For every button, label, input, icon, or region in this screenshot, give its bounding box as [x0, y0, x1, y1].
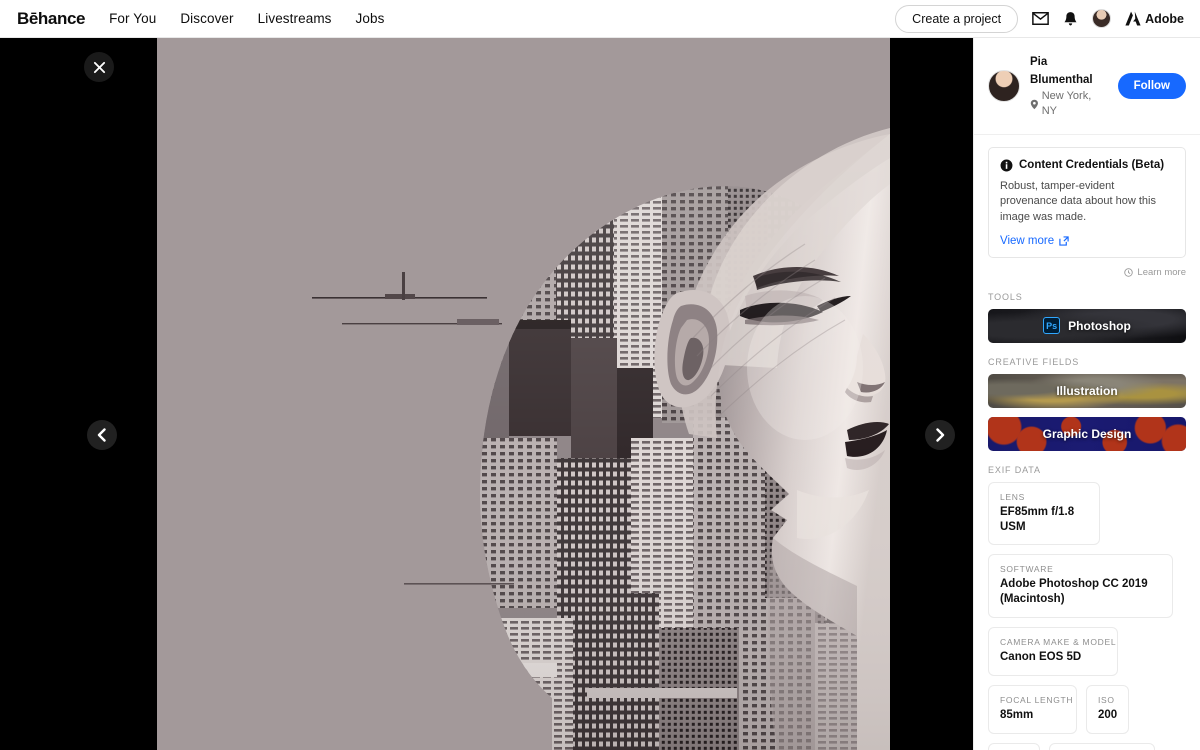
adobe-link[interactable]: Adobe: [1125, 11, 1184, 26]
artwork-viewport[interactable]: [157, 38, 890, 750]
envelope-icon: [1032, 12, 1049, 25]
exif-value: 200: [1098, 709, 1118, 722]
follow-button[interactable]: Follow: [1117, 72, 1186, 99]
content-credentials-body: Robust, tamper-evident provenance data a…: [1000, 179, 1156, 223]
exif-card-exposure-mode: EXPOSURE MODE Manual: [1049, 743, 1155, 750]
exif-key: ISO: [1098, 695, 1115, 706]
project-owner-row: Pia Blumenthal New York, NY Follow: [974, 38, 1200, 135]
content-credentials-title-row: Content Credentials (Beta): [1000, 159, 1174, 172]
exif-key: CAMERA MAKE & MODEL: [1000, 637, 1117, 648]
adobe-icon: [1125, 11, 1141, 26]
owner-info: Pia Blumenthal New York, NY: [1030, 52, 1108, 120]
chevron-right-icon: [936, 428, 945, 442]
main-nav-links: For You Discover Livestreams Jobs: [109, 11, 384, 26]
content-credentials-title: Content Credentials (Beta): [1019, 159, 1165, 172]
learn-more-row[interactable]: Learn more: [974, 267, 1186, 278]
nav-link-jobs[interactable]: Jobs: [356, 11, 385, 26]
creative-field-label: Graphic Design: [1042, 426, 1132, 441]
content-credentials-card: Content Credentials (Beta) Robust, tampe…: [988, 146, 1186, 258]
exif-value: EF85mm f/1.8 USM: [1000, 505, 1075, 533]
create-a-project-button[interactable]: Create a project: [895, 4, 1019, 33]
notifications-button[interactable]: [1063, 11, 1078, 27]
view-more-label: View more: [1000, 234, 1055, 247]
owner-location-label: New York, NY: [1041, 90, 1092, 118]
project-artwork-image: [157, 38, 890, 750]
exif-key: LENS: [1000, 491, 1026, 502]
close-icon: [93, 61, 105, 73]
exif-value: 85mm: [1000, 709, 1034, 722]
creative-field-tag-graphic-design[interactable]: Graphic Design: [988, 416, 1186, 451]
exif-value: Canon EOS 5D: [1000, 651, 1082, 664]
owner-avatar[interactable]: [988, 69, 1020, 102]
next-project-button[interactable]: [925, 420, 955, 450]
nav-link-for-you[interactable]: For You: [109, 11, 156, 26]
info-icon: [1000, 159, 1013, 172]
project-details-sidebar: Pia Blumenthal New York, NY Follow Conte…: [973, 38, 1200, 750]
exif-value: Adobe Photoshop CC 2019 (Macintosh): [1000, 578, 1148, 606]
behance-logo[interactable]: Bēhance: [17, 9, 85, 29]
learn-more-label: Learn more: [1137, 266, 1186, 278]
external-link-icon: [1059, 235, 1069, 246]
exif-data-list: LENS EF85mm f/1.8 USM SOFTWARE Adobe Pho…: [974, 481, 1200, 750]
bell-icon: [1064, 11, 1077, 25]
owner-name[interactable]: Pia Blumenthal: [1030, 56, 1093, 86]
user-avatar[interactable]: [1092, 9, 1112, 28]
exif-row: FOCAL LENGTH 85mm ISO 200: [988, 685, 1186, 735]
photoshop-icon: Ps: [1043, 317, 1061, 335]
adobe-label: Adobe: [1145, 11, 1184, 26]
owner-location: New York, NY: [1030, 89, 1108, 120]
tool-tag-photoshop[interactable]: Ps Photoshop: [988, 308, 1186, 343]
exif-row: FLASH Off EXPOSURE MODE Manual: [988, 743, 1186, 750]
exif-section-label: EXIF DATA: [988, 464, 1041, 475]
map-pin-icon: [1030, 99, 1038, 110]
view-more-link[interactable]: View more: [1000, 235, 1174, 247]
tools-section-label: TOOLS: [988, 291, 1023, 302]
clock-icon: [1124, 267, 1134, 277]
close-lightbox-button[interactable]: [84, 52, 114, 82]
creative-fields-section-label: CREATIVE FIELDS: [988, 356, 1080, 367]
nav-link-discover[interactable]: Discover: [180, 11, 233, 26]
exif-card-lens: LENS EF85mm f/1.8 USM: [988, 481, 1100, 546]
exif-card-camera-make-model: CAMERA MAKE & MODEL Canon EOS 5D: [988, 627, 1118, 677]
messages-button[interactable]: [1032, 12, 1049, 25]
behance-project-lightbox: illu Creat Multiple Own Sofia No: [0, 0, 1200, 750]
top-navigation-bar: Bēhance For You Discover Livestreams Job…: [0, 0, 1200, 38]
exif-key: FOCAL LENGTH: [1000, 695, 1074, 706]
nav-link-livestreams[interactable]: Livestreams: [258, 11, 332, 26]
exif-card-iso: ISO 200: [1086, 685, 1129, 735]
chevron-left-icon: [97, 428, 106, 442]
creative-field-tag-illustration[interactable]: Illustration: [988, 373, 1186, 408]
exif-card-software: SOFTWARE Adobe Photoshop CC 2019 (Macint…: [988, 554, 1173, 619]
nav-right-cluster: Create a project Adobe: [895, 4, 1184, 33]
previous-project-button[interactable]: [87, 420, 117, 450]
exif-card-focal-length: FOCAL LENGTH 85mm: [988, 685, 1077, 735]
creative-field-label: Illustration: [1056, 383, 1118, 398]
tool-tag-label: Photoshop: [1068, 318, 1131, 333]
exif-card-flash: FLASH Off: [988, 743, 1040, 750]
exif-key: SOFTWARE: [1000, 564, 1054, 575]
